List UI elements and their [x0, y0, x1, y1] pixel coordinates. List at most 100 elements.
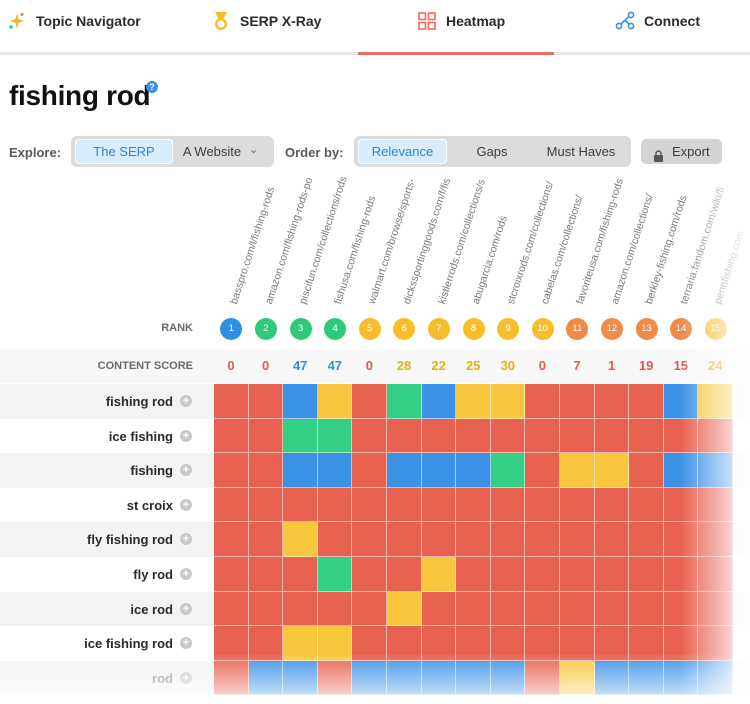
heatmap-cell[interactable] — [214, 522, 249, 557]
heatmap-cell[interactable] — [387, 487, 422, 523]
heatmap-cell[interactable] — [214, 487, 249, 523]
heatmap-cell[interactable] — [248, 453, 284, 488]
heatmap-cell[interactable] — [525, 522, 560, 557]
heatmap-cell[interactable] — [663, 453, 699, 488]
heatmap-cell[interactable] — [317, 418, 353, 454]
heatmap-cell[interactable] — [456, 418, 491, 454]
heatmap-cell[interactable] — [525, 557, 560, 592]
add-keyword-icon[interactable]: + — [180, 429, 192, 442]
heatmap-cell[interactable] — [421, 557, 457, 592]
heatmap-cell[interactable] — [283, 418, 318, 454]
heatmap-cell[interactable] — [525, 626, 560, 661]
heatmap-cell[interactable] — [698, 418, 733, 454]
add-keyword-icon[interactable]: + — [180, 568, 192, 580]
heatmap-cell[interactable] — [214, 418, 249, 454]
heatmap-cell[interactable] — [248, 626, 284, 661]
heatmap-cell[interactable] — [317, 522, 353, 557]
heatmap-cell[interactable] — [594, 522, 630, 557]
heatmap-cell[interactable] — [456, 557, 491, 592]
heatmap-cell[interactable] — [214, 626, 249, 661]
heatmap-cell[interactable] — [490, 418, 526, 454]
heatmap-cell[interactable] — [629, 557, 664, 592]
heatmap-cell[interactable] — [698, 626, 733, 661]
heatmap-cell[interactable] — [421, 418, 457, 454]
heatmap-cell[interactable] — [490, 487, 526, 523]
heatmap-cell[interactable] — [283, 660, 318, 696]
heatmap-cell[interactable] — [594, 591, 630, 627]
heatmap-cell[interactable] — [352, 660, 387, 696]
heatmap-cell[interactable] — [352, 626, 387, 661]
heatmap-cell[interactable] — [560, 522, 595, 557]
heatmap-cell[interactable] — [594, 384, 630, 419]
heatmap-cell[interactable] — [560, 557, 595, 592]
heatmap-cell[interactable] — [387, 557, 422, 592]
heatmap-cell[interactable] — [352, 453, 387, 488]
heatmap-cell[interactable] — [283, 626, 318, 661]
heatmap-cell[interactable] — [663, 384, 699, 419]
heatmap-cell[interactable] — [214, 557, 249, 592]
heatmap-cell[interactable] — [456, 487, 491, 523]
heatmap-cell[interactable] — [421, 384, 457, 419]
heatmap-cell[interactable] — [248, 384, 284, 419]
add-keyword-icon[interactable]: + — [180, 602, 192, 615]
order-gaps-button[interactable]: Gaps — [454, 139, 530, 164]
heatmap-cell[interactable] — [594, 418, 630, 454]
heatmap-cell[interactable] — [490, 557, 526, 592]
heatmap-cell[interactable] — [456, 591, 491, 627]
heatmap-cell[interactable] — [594, 660, 630, 696]
heatmap-cell[interactable] — [317, 453, 353, 488]
explore-website-select[interactable]: A Website — [177, 139, 247, 164]
heatmap-cell[interactable] — [352, 384, 387, 419]
heatmap-cell[interactable] — [387, 453, 422, 488]
heatmap-cell[interactable] — [248, 557, 284, 592]
heatmap-cell[interactable] — [698, 660, 733, 696]
order-relevance-button[interactable]: Relevance — [358, 139, 447, 164]
heatmap-cell[interactable] — [456, 522, 491, 557]
heatmap-cell[interactable] — [560, 487, 595, 523]
heatmap-cell[interactable] — [352, 487, 387, 523]
heatmap-cell[interactable] — [698, 487, 733, 523]
heatmap-cell[interactable] — [456, 453, 491, 488]
heatmap-cell[interactable] — [594, 626, 630, 661]
heatmap-cell[interactable] — [248, 418, 284, 454]
heatmap-cell[interactable] — [317, 626, 353, 661]
heatmap-cell[interactable] — [525, 591, 560, 627]
heatmap-cell[interactable] — [387, 418, 422, 454]
add-keyword-icon[interactable]: + — [180, 671, 192, 684]
heatmap-cell[interactable] — [698, 591, 733, 627]
heatmap-cell[interactable] — [594, 453, 630, 488]
heatmap-cell[interactable] — [421, 591, 457, 627]
heatmap-cell[interactable] — [387, 591, 422, 627]
heatmap-cell[interactable] — [490, 591, 526, 627]
help-icon[interactable]: ? — [146, 81, 158, 93]
heatmap-cell[interactable] — [214, 384, 249, 419]
tab-serp-xray[interactable]: SERP X-Ray — [210, 8, 321, 34]
heatmap-cell[interactable] — [283, 453, 318, 488]
heatmap-cell[interactable] — [698, 453, 733, 488]
heatmap-cell[interactable] — [283, 384, 318, 419]
heatmap-cell[interactable] — [490, 660, 526, 696]
heatmap-cell[interactable] — [214, 660, 249, 696]
heatmap-cell[interactable] — [421, 626, 457, 661]
heatmap-cell[interactable] — [421, 453, 457, 488]
order-must-haves-button[interactable]: Must Haves — [536, 139, 626, 164]
heatmap-cell[interactable] — [560, 384, 595, 419]
heatmap-cell[interactable] — [629, 591, 664, 627]
heatmap-cell[interactable] — [663, 557, 699, 592]
heatmap-cell[interactable] — [663, 487, 699, 523]
heatmap-cell[interactable] — [629, 453, 664, 488]
heatmap-cell[interactable] — [387, 522, 422, 557]
heatmap-cell[interactable] — [352, 557, 387, 592]
tab-topic-navigator[interactable]: Topic Navigator — [6, 8, 141, 34]
heatmap-cell[interactable] — [698, 522, 733, 557]
heatmap-cell[interactable] — [352, 522, 387, 557]
heatmap-cell[interactable] — [560, 591, 595, 627]
heatmap-cell[interactable] — [317, 591, 353, 627]
heatmap-cell[interactable] — [594, 557, 630, 592]
heatmap-cell[interactable] — [317, 660, 353, 696]
tab-connect[interactable]: Connect — [614, 8, 700, 34]
heatmap-cell[interactable] — [248, 487, 284, 523]
heatmap-cell[interactable] — [248, 660, 284, 696]
heatmap-cell[interactable] — [317, 384, 353, 419]
add-keyword-icon[interactable]: + — [180, 395, 192, 407]
